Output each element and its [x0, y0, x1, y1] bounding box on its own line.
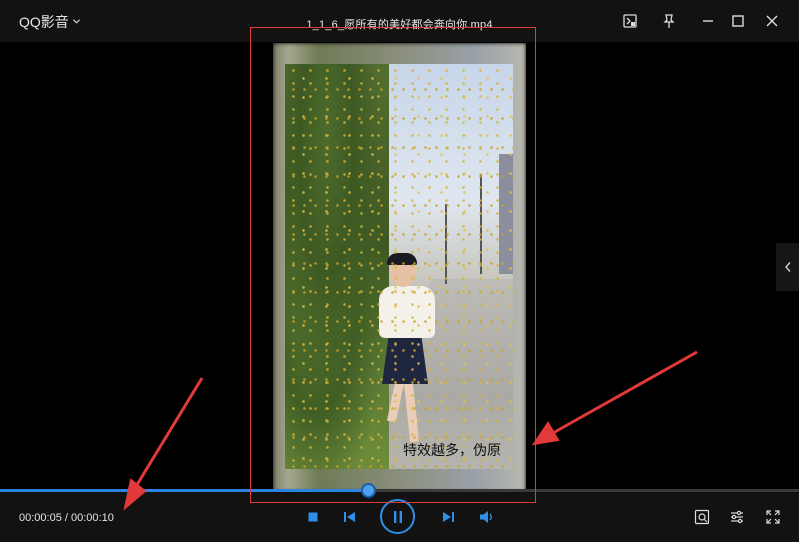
maximize-icon: [732, 15, 744, 27]
chevron-left-icon: [784, 262, 791, 272]
side-panel-toggle[interactable]: [776, 243, 799, 291]
screenshot-icon: [694, 509, 709, 524]
next-icon: [443, 512, 454, 522]
play-pause-button[interactable]: [380, 499, 415, 534]
screenshot-window-button[interactable]: [619, 10, 641, 32]
previous-icon: [344, 512, 355, 522]
time-display: 00:00:05 / 00:00:10: [19, 512, 114, 524]
title-bar: QQ影音 1_1_6_愿所有的美好都会奔向你.mp4: [0, 0, 799, 42]
progress-fill: [0, 489, 368, 492]
previous-button[interactable]: [342, 509, 358, 525]
volume-icon: [479, 511, 492, 523]
video-subtitle: 特效越多，伪原: [403, 443, 501, 459]
video-sparkle-effect: [285, 64, 513, 469]
settings-icon: [730, 510, 743, 523]
pin-icon: [663, 14, 675, 28]
close-button[interactable]: [761, 10, 783, 32]
close-icon: [766, 15, 778, 27]
progress-bar[interactable]: [0, 485, 799, 496]
stop-button[interactable]: [306, 510, 320, 524]
video-picture: 特效越多，伪原: [285, 64, 513, 469]
fullscreen-icon: [765, 509, 780, 524]
time-separator: /: [61, 512, 71, 524]
next-button[interactable]: [440, 509, 456, 525]
fullscreen-button[interactable]: [764, 508, 781, 525]
pause-icon: [393, 510, 402, 523]
screenshot-button[interactable]: [693, 508, 710, 525]
volume-button[interactable]: [478, 509, 495, 525]
picture-frame-icon: [623, 14, 637, 28]
video-frame[interactable]: 特效越多，伪原: [273, 43, 526, 492]
settings-button[interactable]: [728, 508, 745, 525]
total-time: 00:00:10: [71, 512, 114, 524]
current-time: 00:00:05: [19, 512, 62, 524]
progress-handle[interactable]: [362, 485, 374, 496]
stop-icon: [308, 512, 318, 522]
pin-button[interactable]: [658, 10, 680, 32]
maximize-button[interactable]: [727, 10, 749, 32]
minimize-icon: [703, 20, 713, 22]
minimize-button[interactable]: [697, 10, 719, 32]
